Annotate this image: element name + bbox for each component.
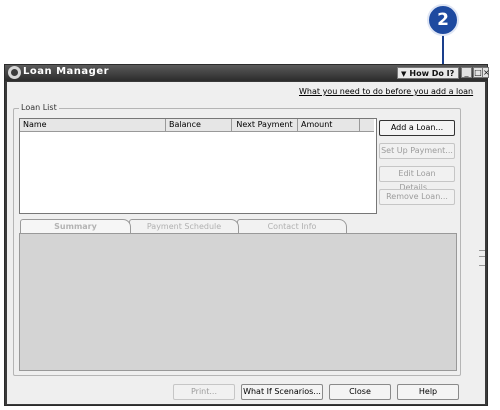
loan-manager-window: Loan Manager ▼ How Do I? _ □ × What you n… [4,64,490,406]
column-header-amount[interactable]: Amount [298,119,360,131]
column-header-next-payment[interactable]: Next Payment [232,119,298,131]
tab-summary[interactable]: Summary [20,219,131,233]
set-up-payment-button[interactable]: Set Up Payment... [379,143,455,159]
title-bar[interactable]: Loan Manager ▼ How Do I? _ □ [5,65,487,81]
how-do-i-label: How Do I? [409,69,455,78]
window-scrollbar[interactable] [479,108,485,400]
help-button[interactable]: Help [397,384,459,400]
loan-list-header: Name Balance Next Payment Amount [20,119,374,132]
what-if-scenarios-button[interactable]: What If Scenarios... [241,384,323,400]
how-do-i-button[interactable]: ▼ How Do I? [397,67,459,79]
tab-contact-info[interactable]: Contact Info [237,219,347,233]
before-add-loan-link[interactable]: What you need to do before you add a loa… [299,87,473,96]
edit-loan-details-button[interactable]: Edit Loan Details... [379,166,455,192]
remove-loan-button[interactable]: Remove Loan... [379,189,455,205]
close-button[interactable]: Close [329,384,391,400]
app-icon [8,66,21,79]
triangle-down-icon: ▼ [401,70,407,78]
close-window-button[interactable]: × [483,67,490,78]
summary-panel [19,233,457,371]
minimize-button[interactable]: _ [461,67,472,78]
tab-payment-schedule[interactable]: Payment Schedule [129,219,239,233]
window-client-area: What you need to do before you add a loa… [7,82,485,404]
callout-number: 2 [427,4,459,36]
scroll-grip[interactable] [479,250,485,266]
loan-list-view[interactable]: Name Balance Next Payment Amount [19,118,377,214]
window-title: Loan Manager [23,66,110,77]
restore-button[interactable]: □ [473,67,483,78]
add-loan-button[interactable]: Add a Loan... [379,120,455,136]
loan-list-label: Loan List [19,103,59,112]
column-header-balance[interactable]: Balance [166,119,232,131]
print-button[interactable]: Print... [173,384,235,400]
column-header-name[interactable]: Name [20,119,166,131]
